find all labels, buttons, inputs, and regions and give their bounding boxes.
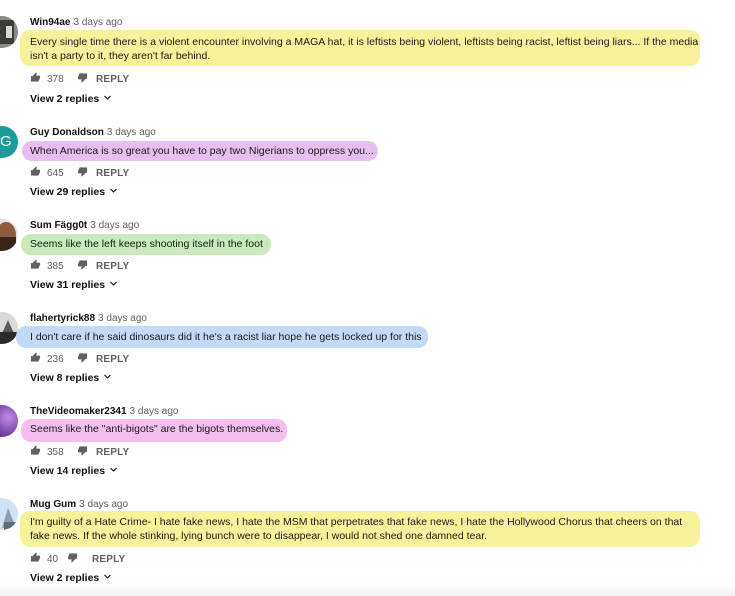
timestamp[interactable]: 3 days ago xyxy=(73,17,122,28)
thumbs-down-icon[interactable] xyxy=(77,445,88,459)
comment-text: Seems like the "anti-bigots" are the big… xyxy=(30,423,284,435)
author-name[interactable]: Win94ae xyxy=(30,17,70,28)
view-replies-button[interactable]: View 8 replies xyxy=(30,372,112,384)
thumbs-down-icon[interactable] xyxy=(77,166,88,180)
reply-button[interactable]: REPLY xyxy=(96,74,129,85)
comment-text: I don't care if he said dinosaurs did it… xyxy=(30,331,422,343)
comment-text: Seems like the left keeps shooting itsel… xyxy=(30,238,263,250)
chevron-down-icon xyxy=(109,186,118,198)
view-replies-label: View 29 replies xyxy=(30,186,106,198)
timestamp[interactable]: 3 days ago xyxy=(79,499,128,510)
comment-header: Guy Donaldson 3 days ago xyxy=(30,127,156,138)
like-count: 645 xyxy=(47,167,64,179)
comment: G Guy Donaldson 3 days ago When America i… xyxy=(0,126,735,219)
comment: Sum Fägg0t 3 days ago Seems like the left… xyxy=(0,219,735,312)
comment: Mug Gum 3 days ago I'm guilty of a Hate C… xyxy=(0,498,735,591)
view-replies-button[interactable]: View 31 replies xyxy=(30,279,118,291)
comment-actions: 40 REPLY xyxy=(30,552,125,566)
avatar[interactable] xyxy=(0,405,18,437)
chevron-down-icon xyxy=(109,465,118,477)
comment-actions: 378 REPLY xyxy=(30,72,129,86)
thumbs-down-icon[interactable] xyxy=(77,259,88,273)
like-count: 385 xyxy=(47,260,64,272)
like-count: 378 xyxy=(47,73,64,85)
chevron-down-icon xyxy=(103,372,112,384)
reply-button[interactable]: REPLY xyxy=(96,447,129,458)
thumbs-down-icon[interactable] xyxy=(77,352,88,366)
reply-button[interactable]: REPLY xyxy=(92,554,125,565)
timestamp[interactable]: 3 days ago xyxy=(98,313,147,324)
author-name[interactable]: TheVideomaker2341 xyxy=(30,406,127,417)
comment-text: Every single time there is a violent enc… xyxy=(30,36,699,62)
comment-actions: 385 REPLY xyxy=(30,259,129,273)
like-count: 358 xyxy=(47,446,64,458)
thumbs-up-icon[interactable] xyxy=(30,445,41,459)
avatar-letter: G xyxy=(0,133,12,150)
reply-button[interactable]: REPLY xyxy=(96,168,129,179)
view-replies-label: View 2 replies xyxy=(30,93,100,105)
view-replies-label: View 31 replies xyxy=(30,279,106,291)
author-name[interactable]: Mug Gum xyxy=(30,499,76,510)
comment: TheVideomaker2341 3 days ago Seems like t… xyxy=(0,405,735,498)
view-replies-button[interactable]: View 14 replies xyxy=(30,465,118,477)
timestamp[interactable]: 3 days ago xyxy=(130,406,179,417)
thumbs-down-icon[interactable] xyxy=(77,72,88,86)
comment-text: When America is so great you have to pay… xyxy=(30,145,374,157)
comment-text: I'm guilty of a Hate Crime- I hate fake … xyxy=(30,516,683,542)
comment-actions: 236 REPLY xyxy=(30,352,129,366)
reply-button[interactable]: REPLY xyxy=(96,261,129,272)
thumbs-up-icon[interactable] xyxy=(30,166,41,180)
view-replies-label: View 8 replies xyxy=(30,372,100,384)
comment-header: Sum Fägg0t 3 days ago xyxy=(30,220,139,231)
comment-actions: 645 REPLY xyxy=(30,166,129,180)
author-name[interactable]: flahertyrick88 xyxy=(30,313,95,324)
reply-button[interactable]: REPLY xyxy=(96,354,129,365)
view-replies-button[interactable]: View 2 replies xyxy=(30,93,112,105)
comment-actions: 358 REPLY xyxy=(30,445,129,459)
like-count: 236 xyxy=(47,353,64,365)
comment-header: Mug Gum 3 days ago xyxy=(30,499,128,510)
comment-header: TheVideomaker2341 3 days ago xyxy=(30,406,178,417)
thumbs-up-icon[interactable] xyxy=(30,552,41,566)
avatar[interactable] xyxy=(0,16,18,48)
timestamp[interactable]: 3 days ago xyxy=(107,127,156,138)
chevron-down-icon xyxy=(109,279,118,291)
bottom-fade xyxy=(0,582,735,596)
comment: Win94ae 3 days ago Every single time ther… xyxy=(0,16,735,109)
comment-header: flahertyrick88 3 days ago xyxy=(30,313,147,324)
thumbs-up-icon[interactable] xyxy=(30,352,41,366)
avatar[interactable] xyxy=(0,498,18,530)
view-replies-button[interactable]: View 29 replies xyxy=(30,186,118,198)
author-name[interactable]: Sum Fägg0t xyxy=(30,220,87,231)
thumbs-up-icon[interactable] xyxy=(30,259,41,273)
author-name[interactable]: Guy Donaldson xyxy=(30,127,104,138)
timestamp[interactable]: 3 days ago xyxy=(90,220,139,231)
chevron-down-icon xyxy=(103,93,112,105)
comment: flahertyrick88 3 days ago I don't care if… xyxy=(0,312,735,405)
thumbs-down-icon[interactable] xyxy=(67,552,78,566)
thumbs-up-icon[interactable] xyxy=(30,72,41,86)
like-count: 40 xyxy=(47,553,59,565)
avatar[interactable] xyxy=(0,219,18,251)
view-replies-label: View 14 replies xyxy=(30,465,106,477)
comment-header: Win94ae 3 days ago xyxy=(30,17,122,28)
avatar[interactable]: G xyxy=(0,126,18,158)
